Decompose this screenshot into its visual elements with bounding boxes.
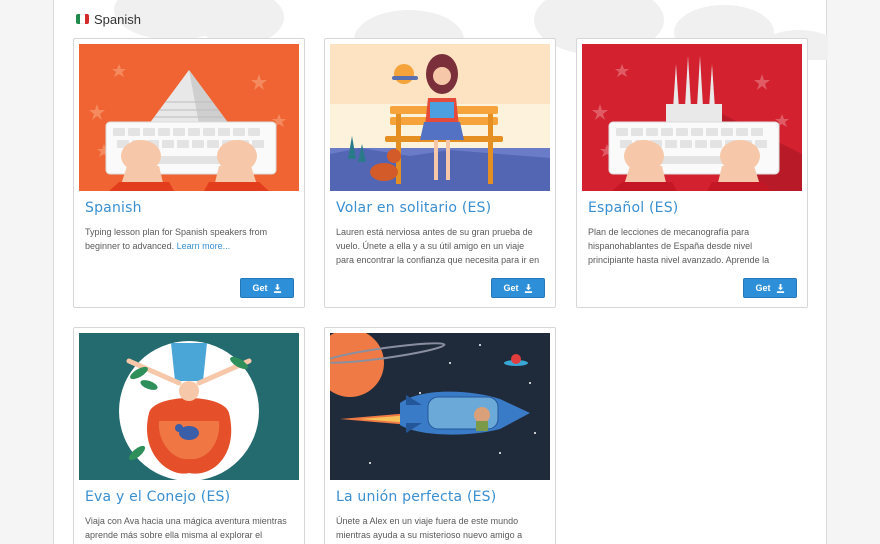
course-title[interactable]: Español (ES) xyxy=(588,200,678,216)
content-panel: Spanish Spanish Typing lesson plan for S… xyxy=(53,0,828,544)
section-title: Spanish xyxy=(94,11,141,27)
course-title[interactable]: Volar en solitario (ES) xyxy=(336,200,491,216)
section-header: Spanish xyxy=(76,10,141,28)
course-thumbnail xyxy=(330,333,550,480)
get-button[interactable]: Get xyxy=(491,278,545,298)
course-description: Lauren está nerviosa antes de su gran pr… xyxy=(336,227,540,265)
course-description: Únete a Alex en un viaje fuera de este m… xyxy=(336,516,523,540)
download-icon xyxy=(776,283,784,293)
learn-more-link[interactable]: Learn more... xyxy=(177,241,231,251)
course-thumbnail xyxy=(330,44,550,191)
course-description: Typing lesson plan for Spanish speakers … xyxy=(85,227,268,251)
course-thumbnail xyxy=(582,44,802,191)
download-icon xyxy=(273,283,281,293)
course-title[interactable]: Eva y el Conejo (ES) xyxy=(85,489,230,505)
mexico-flag-icon xyxy=(76,14,89,24)
course-card-la-union-perfecta: La unión perfecta (ES) Únete a Alex en u… xyxy=(324,327,556,544)
course-thumbnail xyxy=(79,44,299,191)
course-card-espanol-es: Español (ES) Plan de lecciones de mecano… xyxy=(576,38,808,308)
get-button[interactable]: Get xyxy=(240,278,294,298)
course-card-spanish: Spanish Typing lesson plan for Spanish s… xyxy=(73,38,305,308)
download-icon xyxy=(524,283,532,293)
course-description: Viaja con Ava hacia una mágica aventura … xyxy=(85,516,287,540)
course-description: Plan de lecciones de mecanografía para h… xyxy=(588,227,770,265)
course-card-eva-y-el-conejo: Eva y el Conejo (ES) Viaja con Ava hacia… xyxy=(73,327,305,544)
course-title[interactable]: Spanish xyxy=(85,200,142,216)
course-title[interactable]: La unión perfecta (ES) xyxy=(336,489,496,505)
course-card-volar-en-solitario: Volar en solitario (ES) Lauren está nerv… xyxy=(324,38,556,308)
course-thumbnail xyxy=(79,333,299,480)
get-button[interactable]: Get xyxy=(743,278,797,298)
